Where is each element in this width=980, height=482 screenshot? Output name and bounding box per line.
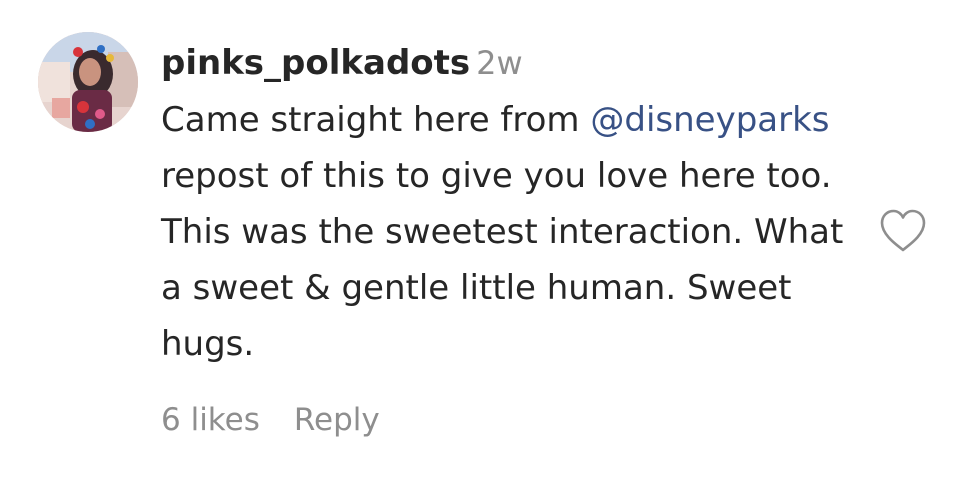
comment-header: pinks_polkadots 2w	[161, 40, 861, 86]
avatar[interactable]	[38, 32, 138, 132]
heart-outline-icon	[880, 209, 926, 252]
comment-meta: 6 likes Reply	[161, 398, 380, 442]
comment-text-end: repost of this to give you love here too…	[161, 156, 844, 364]
reply-button[interactable]: Reply	[294, 398, 380, 442]
avatar-photo	[38, 32, 138, 132]
comment-content: pinks_polkadots 2w Came straight here fro…	[161, 40, 861, 372]
mention-link[interactable]: @disneyparks	[590, 100, 829, 140]
username-link[interactable]: pinks_polkadots	[161, 43, 470, 83]
comment-text-start: Came straight here from	[161, 100, 591, 140]
comment-timestamp[interactable]: 2w	[476, 44, 523, 82]
comment-text: Came straight here from @disneyparks rep…	[161, 92, 851, 372]
comment-item: pinks_polkadots 2w Came straight here fro…	[0, 0, 980, 482]
likes-count[interactable]: 6 likes	[161, 398, 260, 442]
like-button[interactable]	[878, 208, 928, 254]
